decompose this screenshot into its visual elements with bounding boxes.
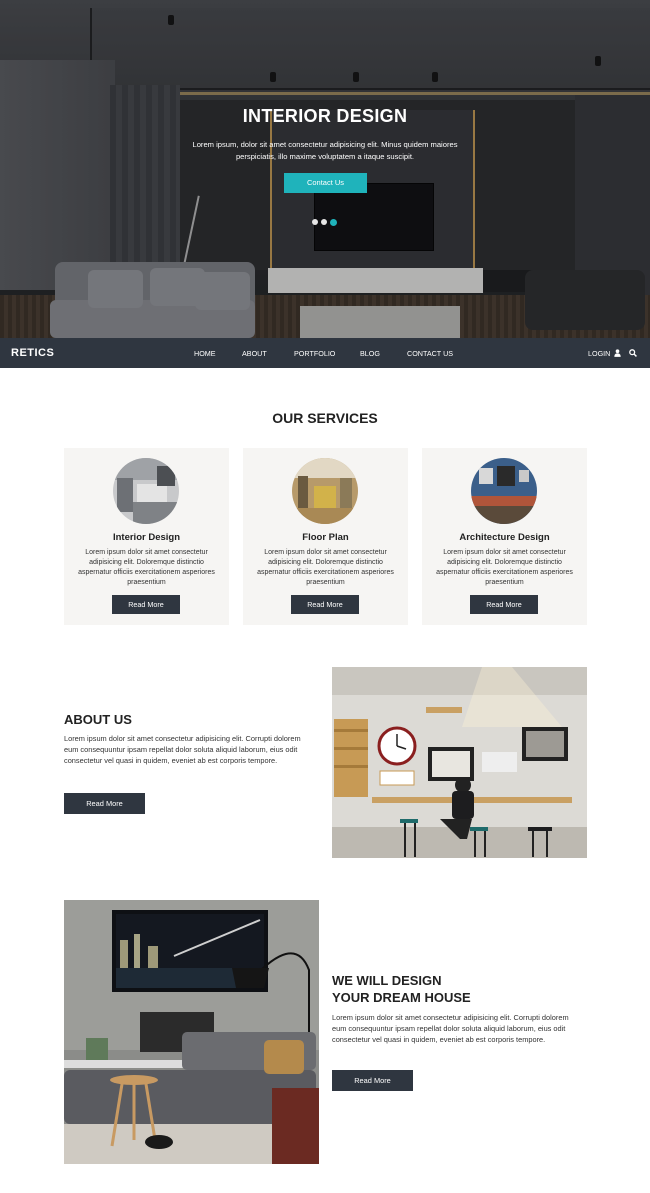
nav-item-home[interactable]: HOME [194,349,216,358]
hero-overlay [0,0,650,338]
slider-dot-1[interactable] [312,219,318,225]
design-title-line-2: YOUR DREAM HOUSE [332,990,471,1005]
about-section-title: ABOUT US [64,712,132,727]
design-image [64,900,319,1164]
read-more-button[interactable]: Read More [470,595,538,614]
architecture-design-image [471,458,537,524]
nav-item-blog[interactable]: BLOG [360,349,380,358]
read-more-button[interactable]: Read More [112,595,180,614]
design-section-title: WE WILL DESIGN YOUR DREAM HOUSE [332,972,471,1006]
login-link[interactable]: LOGIN [588,349,610,358]
user-icon[interactable] [614,349,621,357]
about-image [332,667,587,858]
slider-dot-3-active[interactable] [330,218,337,226]
service-card-text: Lorem ipsum dolor sit amet consectetur a… [257,549,394,586]
nav-item-contact-us[interactable]: CONTACT US [407,349,453,358]
contact-us-button[interactable]: Contact Us [284,173,367,193]
services-section-title: OUR SERVICES [272,410,378,426]
design-description: Lorem ipsum dolor sit amet consectetur a… [332,1013,569,1044]
service-card-title: Interior Design [112,532,181,543]
main-navbar: RETICS HOME ABOUT PORTFOLIO BLOG CONTACT… [0,338,650,368]
search-icon[interactable] [629,349,637,357]
service-card-text: Lorem ipsum dolor sit amet consectetur a… [78,549,215,586]
service-card-title: Architecture Design [459,532,550,543]
hero-description: Lorem ipsum, dolor sit amet consectetur … [192,140,458,161]
slider-dots [312,218,337,226]
hero-banner: INTERIOR DESIGN Lorem ipsum, dolor sit a… [0,0,650,338]
service-card-text: Lorem ipsum dolor sit amet consectetur a… [436,549,573,586]
nav-item-about[interactable]: ABOUT [242,349,267,358]
about-description: Lorem ipsum dolor sit amet consectetur a… [64,734,301,765]
hero-title: INTERIOR DESIGN [242,106,408,126]
nav-item-portfolio[interactable]: PORTFOLIO [294,349,335,358]
design-read-more-button[interactable]: Read More [332,1070,413,1091]
slider-dot-2[interactable] [321,219,327,225]
service-card-interior-design: Interior Design Lorem ipsum dolor sit am… [64,448,229,625]
floor-plan-image [292,458,358,524]
design-title-line-1: WE WILL DESIGN [332,973,442,988]
about-read-more-button[interactable]: Read More [64,793,145,814]
brand-logo[interactable]: RETICS [11,347,54,359]
read-more-button[interactable]: Read More [291,595,359,614]
service-card-architecture-design: Architecture Design Lorem ipsum dolor si… [422,448,587,625]
service-card-title: Floor Plan [302,532,349,543]
interior-design-image [113,458,179,524]
service-card-floor-plan: Floor Plan Lorem ipsum dolor sit amet co… [243,448,408,625]
